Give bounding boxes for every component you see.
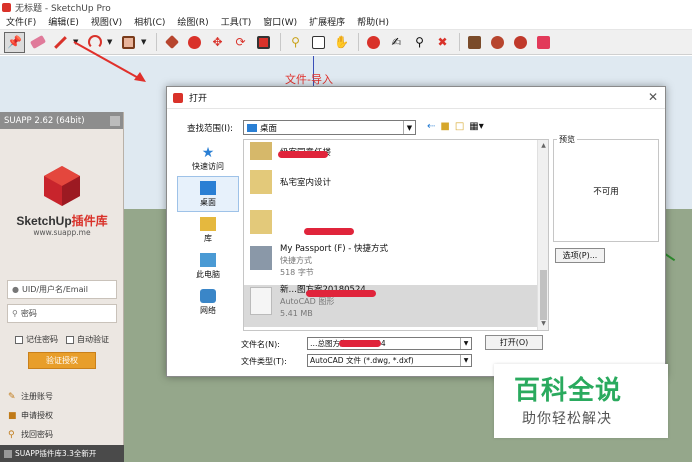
watermark: 百科全说 助你轻松解决 [494, 364, 668, 438]
file-list-scrollbar[interactable]: ▲ ▼ [537, 140, 548, 330]
watermark-title: 百科全说 [514, 376, 623, 406]
suapp-panel: SUAPP 2.62 (64bit) SketchUp插件库 www.suapp… [0, 112, 124, 462]
license-icon: ■ [8, 410, 17, 421]
chevron-down-icon: ▼ [460, 338, 471, 349]
watermark-subtitle: 助你轻松解决 [522, 411, 612, 427]
chevron-down-icon: ▼ [460, 355, 471, 366]
list-item[interactable]: My Passport (F) - 快捷方式 快捷方式 518 字节 [244, 244, 537, 284]
folder-icon [250, 142, 272, 160]
annotation-label: 文件-导入 [285, 73, 333, 86]
preview-label: 预览 [557, 134, 577, 145]
star-icon: ★ [201, 144, 215, 161]
preview-status: 不可用 [593, 186, 619, 197]
filetype-label: 文件类型(T): [241, 357, 287, 366]
filename-label: 文件名(N): [241, 340, 280, 349]
desktop-folder-icon [247, 123, 257, 132]
desktop-icon [200, 180, 216, 195]
look-in-label: 查找范围(I): [187, 124, 234, 134]
dialog-title: 打开 [189, 94, 208, 104]
suapp-title: SUAPP 2.62 (64bit) [4, 115, 85, 126]
place-this-pc[interactable]: 此电脑 [177, 248, 239, 284]
file-list[interactable]: 级客同意任楼 私宅室内设计 My Passport (F) - 快捷方式 快捷方… [243, 139, 549, 331]
list-item[interactable]: 新…图方案20180524 AutoCAD 图形 5.41 MB [244, 285, 537, 327]
open-button[interactable]: 打开(O) [485, 335, 543, 350]
back-icon[interactable]: ⇠ [427, 121, 435, 132]
place-desktop[interactable]: 桌面 [177, 176, 239, 212]
verify-auth-button[interactable]: 验证授权 [28, 352, 96, 369]
folder-icon [250, 210, 272, 234]
list-item[interactable]: 私宅室内设计 [244, 168, 537, 198]
register-account-link[interactable]: ✎ 注册账号 [8, 387, 53, 406]
filetype-select[interactable]: AutoCAD 文件 (*.dwg, *.dxf) ▼ [307, 354, 472, 367]
dialog-app-icon [173, 92, 183, 103]
place-network[interactable]: 网络 [177, 284, 239, 320]
open-file-dialog: 打开 ✕ 查找范围(I): 桌面 ▼ ⇠ ■ □ ▦▾ ★ 快速访问 桌面 库 … [166, 86, 666, 377]
suapp-title-bar: SUAPP 2.62 (64bit) [0, 112, 123, 129]
place-libraries[interactable]: 库 [177, 212, 239, 248]
uid-field[interactable]: ● UID/用户名/Email [7, 280, 117, 299]
suapp-footer: SUAPP插件库3.3全新开 [0, 445, 124, 462]
suapp-url: www.suapp.me [33, 228, 91, 237]
scroll-down-icon: ▼ [541, 320, 546, 327]
list-item[interactable] [244, 208, 537, 240]
suapp-brand: SketchUp插件库 [16, 214, 108, 228]
register-icon: ✎ [8, 391, 16, 402]
user-icon: ● [12, 285, 19, 294]
options-button[interactable]: 选项(P)... [555, 248, 605, 263]
places-bar: ★ 快速访问 桌面 库 此电脑 网络 [177, 140, 239, 315]
up-folder-icon[interactable]: ■ [440, 121, 449, 132]
scroll-up-icon: ▲ [541, 142, 546, 149]
library-folder-icon [200, 216, 216, 231]
place-quick-access[interactable]: ★ 快速访问 [177, 140, 239, 176]
auto-verify-checkbox[interactable]: 自动验证 [66, 334, 109, 345]
new-folder-icon[interactable]: □ [455, 121, 464, 132]
recover-password-link[interactable]: ⚲ 找回密码 [8, 425, 53, 444]
close-icon[interactable]: ✕ [648, 90, 658, 104]
drive-shortcut-icon [250, 246, 272, 270]
minimize-icon[interactable] [110, 115, 120, 126]
chevron-down-icon: ▼ [403, 121, 415, 134]
network-icon [200, 288, 216, 303]
password-field[interactable]: ⚲ 密码 [7, 304, 117, 323]
filename-input[interactable]: …总图方案20180524 ▼ [307, 337, 472, 350]
folder-icon [250, 170, 272, 194]
key-icon: ⚲ [8, 429, 15, 440]
look-in-select[interactable]: 桌面 ▼ [243, 120, 416, 135]
remember-password-checkbox[interactable]: 记住密码 [15, 334, 58, 345]
view-menu-icon[interactable]: ▦▾ [469, 121, 483, 132]
computer-icon [200, 252, 216, 267]
suapp-logo [44, 166, 80, 206]
autocad-file-icon [250, 287, 272, 315]
apply-license-link[interactable]: ■ 申请授权 [8, 406, 53, 425]
footer-icon [4, 449, 12, 458]
dialog-title-bar: 打开 [167, 87, 665, 109]
key-icon: ⚲ [12, 309, 18, 318]
preview-pane: 不可用 [553, 139, 659, 242]
